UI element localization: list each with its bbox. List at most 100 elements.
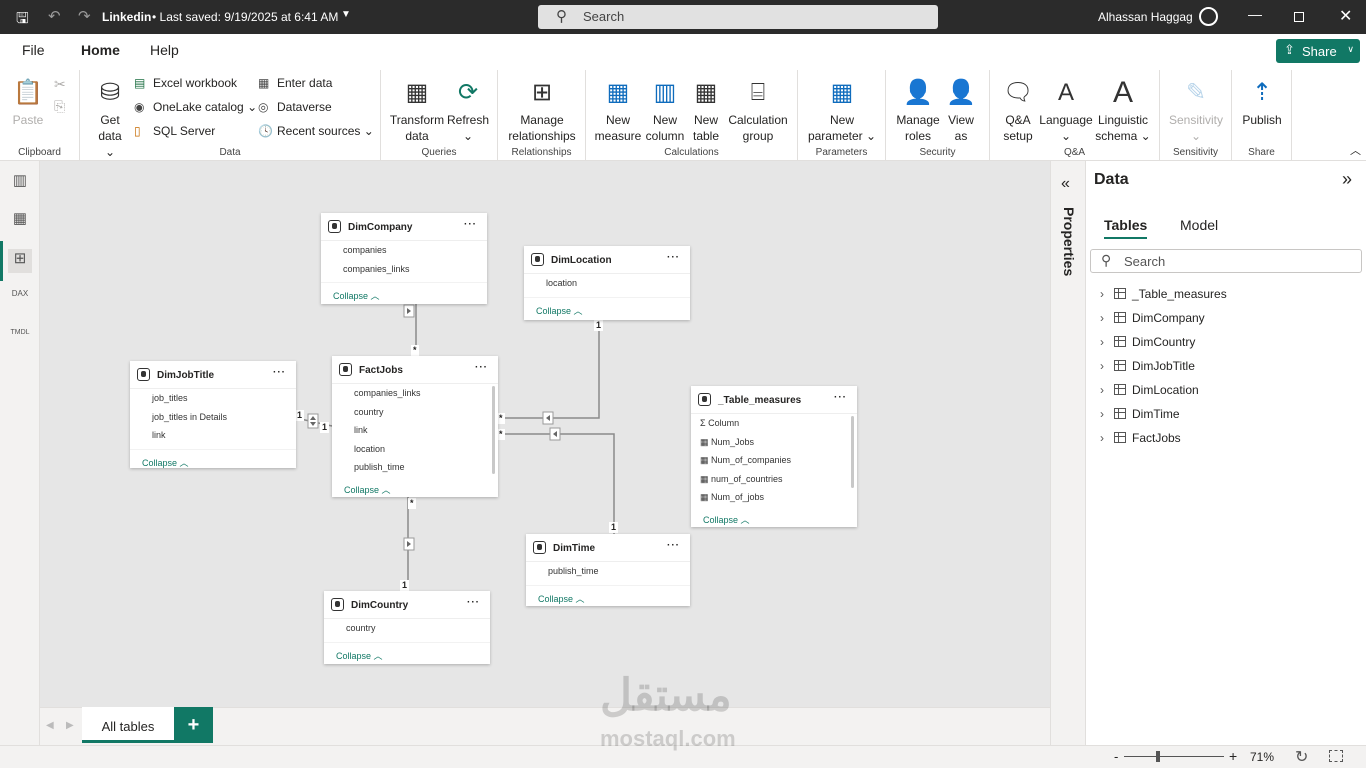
tree-item[interactable]: › _Table_measures: [1100, 287, 1227, 301]
minimize-icon[interactable]: —: [1248, 6, 1262, 22]
table-card-dimcompany[interactable]: DimCompany ··· companies companies_links …: [321, 213, 487, 304]
field[interactable]: publish_time: [332, 458, 498, 477]
expand-icon[interactable]: «: [1061, 175, 1070, 193]
tree-item[interactable]: › DimLocation: [1100, 383, 1199, 397]
new-table-button[interactable]: ▦ New table: [688, 78, 724, 144]
fit-to-page-icon[interactable]: [1329, 750, 1343, 762]
zoom-slider[interactable]: [1124, 751, 1224, 762]
chevron-right-icon[interactable]: ›: [1100, 311, 1114, 325]
chevron-right-icon[interactable]: ›: [1100, 359, 1114, 373]
report-view-icon[interactable]: ▥: [8, 171, 32, 195]
field[interactable]: location: [332, 440, 498, 459]
manage-relationships-button[interactable]: ⊞ Manage relationships: [504, 78, 580, 144]
table-card-dimtime[interactable]: DimTime ··· publish_time Collapse ︿: [526, 534, 690, 606]
collapse-pane-icon[interactable]: »: [1342, 169, 1352, 190]
table-card-factjobs[interactable]: FactJobs ··· companies_links country link…: [332, 356, 498, 497]
new-parameter-button[interactable]: ▦ New parameter ⌄: [804, 78, 880, 144]
sql-server-button[interactable]: ▯ SQL Server: [134, 124, 215, 138]
new-measure-button[interactable]: ▦ New measure: [594, 78, 642, 144]
scrollbar[interactable]: [851, 416, 854, 488]
sensitivity-button[interactable]: ✎ Sensitivity ⌄: [1166, 78, 1226, 144]
collapse-button[interactable]: Collapse ︿: [526, 584, 690, 607]
linguistic-schema-button[interactable]: A Linguistic schema ⌄: [1094, 78, 1152, 144]
tab-model[interactable]: Model: [1180, 217, 1218, 233]
tmdl-view-icon[interactable]: TMDL: [8, 329, 32, 353]
field[interactable]: Σ Column: [691, 414, 857, 433]
collapse-button[interactable]: Collapse ︿: [130, 448, 296, 471]
next-tab-icon[interactable]: ▶: [66, 720, 74, 731]
menu-home[interactable]: Home: [81, 42, 120, 69]
tree-item[interactable]: › FactJobs: [1100, 431, 1181, 445]
chevron-right-icon[interactable]: ›: [1100, 287, 1114, 301]
data-search-input[interactable]: ⚲ Search: [1090, 249, 1362, 273]
tree-item[interactable]: › DimCompany: [1100, 311, 1205, 325]
more-options-icon[interactable]: ···: [475, 362, 488, 373]
dax-view-icon[interactable]: DAX: [8, 289, 32, 313]
restore-icon[interactable]: [1294, 12, 1304, 22]
properties-pane-collapsed[interactable]: « Properties: [1050, 161, 1086, 745]
field[interactable]: job_titles: [130, 389, 296, 408]
field[interactable]: job_titles in Details: [130, 408, 296, 427]
model-view-icon[interactable]: ⊞: [8, 249, 32, 273]
table-view-icon[interactable]: ▦: [8, 209, 32, 233]
field[interactable]: companies: [321, 241, 487, 260]
chevron-right-icon[interactable]: ›: [1100, 383, 1114, 397]
more-options-icon[interactable]: ···: [273, 367, 286, 378]
field[interactable]: ▦ Num_of_jobs: [691, 488, 857, 507]
add-layout-button[interactable]: +: [174, 707, 213, 743]
more-options-icon[interactable]: ···: [834, 392, 847, 403]
undo-icon[interactable]: ↶: [48, 7, 61, 25]
more-options-icon[interactable]: ···: [667, 540, 680, 551]
onelake-button[interactable]: ◉ OneLake catalog ⌄: [134, 100, 257, 114]
calculation-group-button[interactable]: ⌸ Calculation group: [726, 78, 790, 144]
scrollbar[interactable]: [492, 386, 495, 474]
manage-roles-button[interactable]: 👤 Manage roles: [894, 78, 942, 144]
table-card-dimcountry[interactable]: DimCountry ··· country Collapse ︿: [324, 591, 490, 664]
field[interactable]: link: [332, 421, 498, 440]
collapse-button[interactable]: Collapse ︿: [691, 507, 857, 529]
field[interactable]: location: [524, 274, 690, 293]
collapse-button[interactable]: Collapse ︿: [524, 296, 690, 319]
share-button[interactable]: ⇪ Share ∨: [1276, 39, 1360, 63]
field[interactable]: ▦ num_of_countries: [691, 470, 857, 489]
new-column-button[interactable]: ▥ New column: [644, 78, 686, 144]
more-options-icon[interactable]: ···: [467, 597, 480, 608]
language-button[interactable]: A Language ⌄: [1038, 78, 1094, 144]
menu-file[interactable]: File: [22, 42, 45, 58]
excel-workbook-button[interactable]: ▤ Excel workbook: [134, 76, 237, 90]
chevron-right-icon[interactable]: ›: [1100, 407, 1114, 421]
prev-tab-icon[interactable]: ◀: [46, 720, 54, 731]
chevron-right-icon[interactable]: ›: [1100, 335, 1114, 349]
field[interactable]: ▦ Num_of_companies: [691, 451, 857, 470]
recent-sources-button[interactable]: 🕓 Recent sources ⌄: [258, 124, 374, 138]
menu-help[interactable]: Help: [150, 42, 179, 58]
field[interactable]: country: [332, 403, 498, 422]
refresh-button[interactable]: ⟳ Refresh ⌄: [447, 78, 489, 144]
qa-setup-button[interactable]: 🗨 Q&A setup: [998, 78, 1038, 144]
fit-refresh-icon[interactable]: ↻: [1295, 747, 1308, 767]
field[interactable]: country: [324, 619, 490, 638]
cut-icon[interactable]: ✂: [54, 76, 66, 93]
field[interactable]: ▦ Num_Jobs: [691, 433, 857, 452]
tree-item[interactable]: › DimJobTitle: [1100, 359, 1195, 373]
paste-button[interactable]: 📋 Paste: [10, 78, 46, 128]
field[interactable]: companies_links: [321, 260, 487, 279]
zoom-slider-thumb[interactable]: [1155, 751, 1160, 762]
publish-button[interactable]: ⇡ Publish: [1240, 78, 1284, 128]
field[interactable]: link: [130, 426, 296, 445]
enter-data-button[interactable]: ▦ Enter data: [258, 76, 332, 90]
transform-data-button[interactable]: ▦ Transform data: [389, 78, 445, 144]
tab-all-tables[interactable]: All tables: [82, 707, 174, 743]
zoom-out-button[interactable]: -: [1114, 749, 1118, 764]
collapse-button[interactable]: Collapse ︿: [332, 477, 498, 499]
avatar[interactable]: [1199, 7, 1218, 26]
copy-icon[interactable]: ⎘: [54, 98, 65, 115]
more-options-icon[interactable]: ···: [667, 252, 680, 263]
tree-item[interactable]: › DimCountry: [1100, 335, 1195, 349]
tree-item[interactable]: › DimTime: [1100, 407, 1180, 421]
chevron-down-icon[interactable]: ▼: [341, 9, 351, 20]
tab-tables[interactable]: Tables: [1104, 217, 1148, 239]
more-options-icon[interactable]: ···: [464, 219, 477, 230]
close-icon[interactable]: ✕: [1339, 6, 1352, 26]
table-card-dimlocation[interactable]: DimLocation ··· location Collapse ︿: [524, 246, 690, 320]
